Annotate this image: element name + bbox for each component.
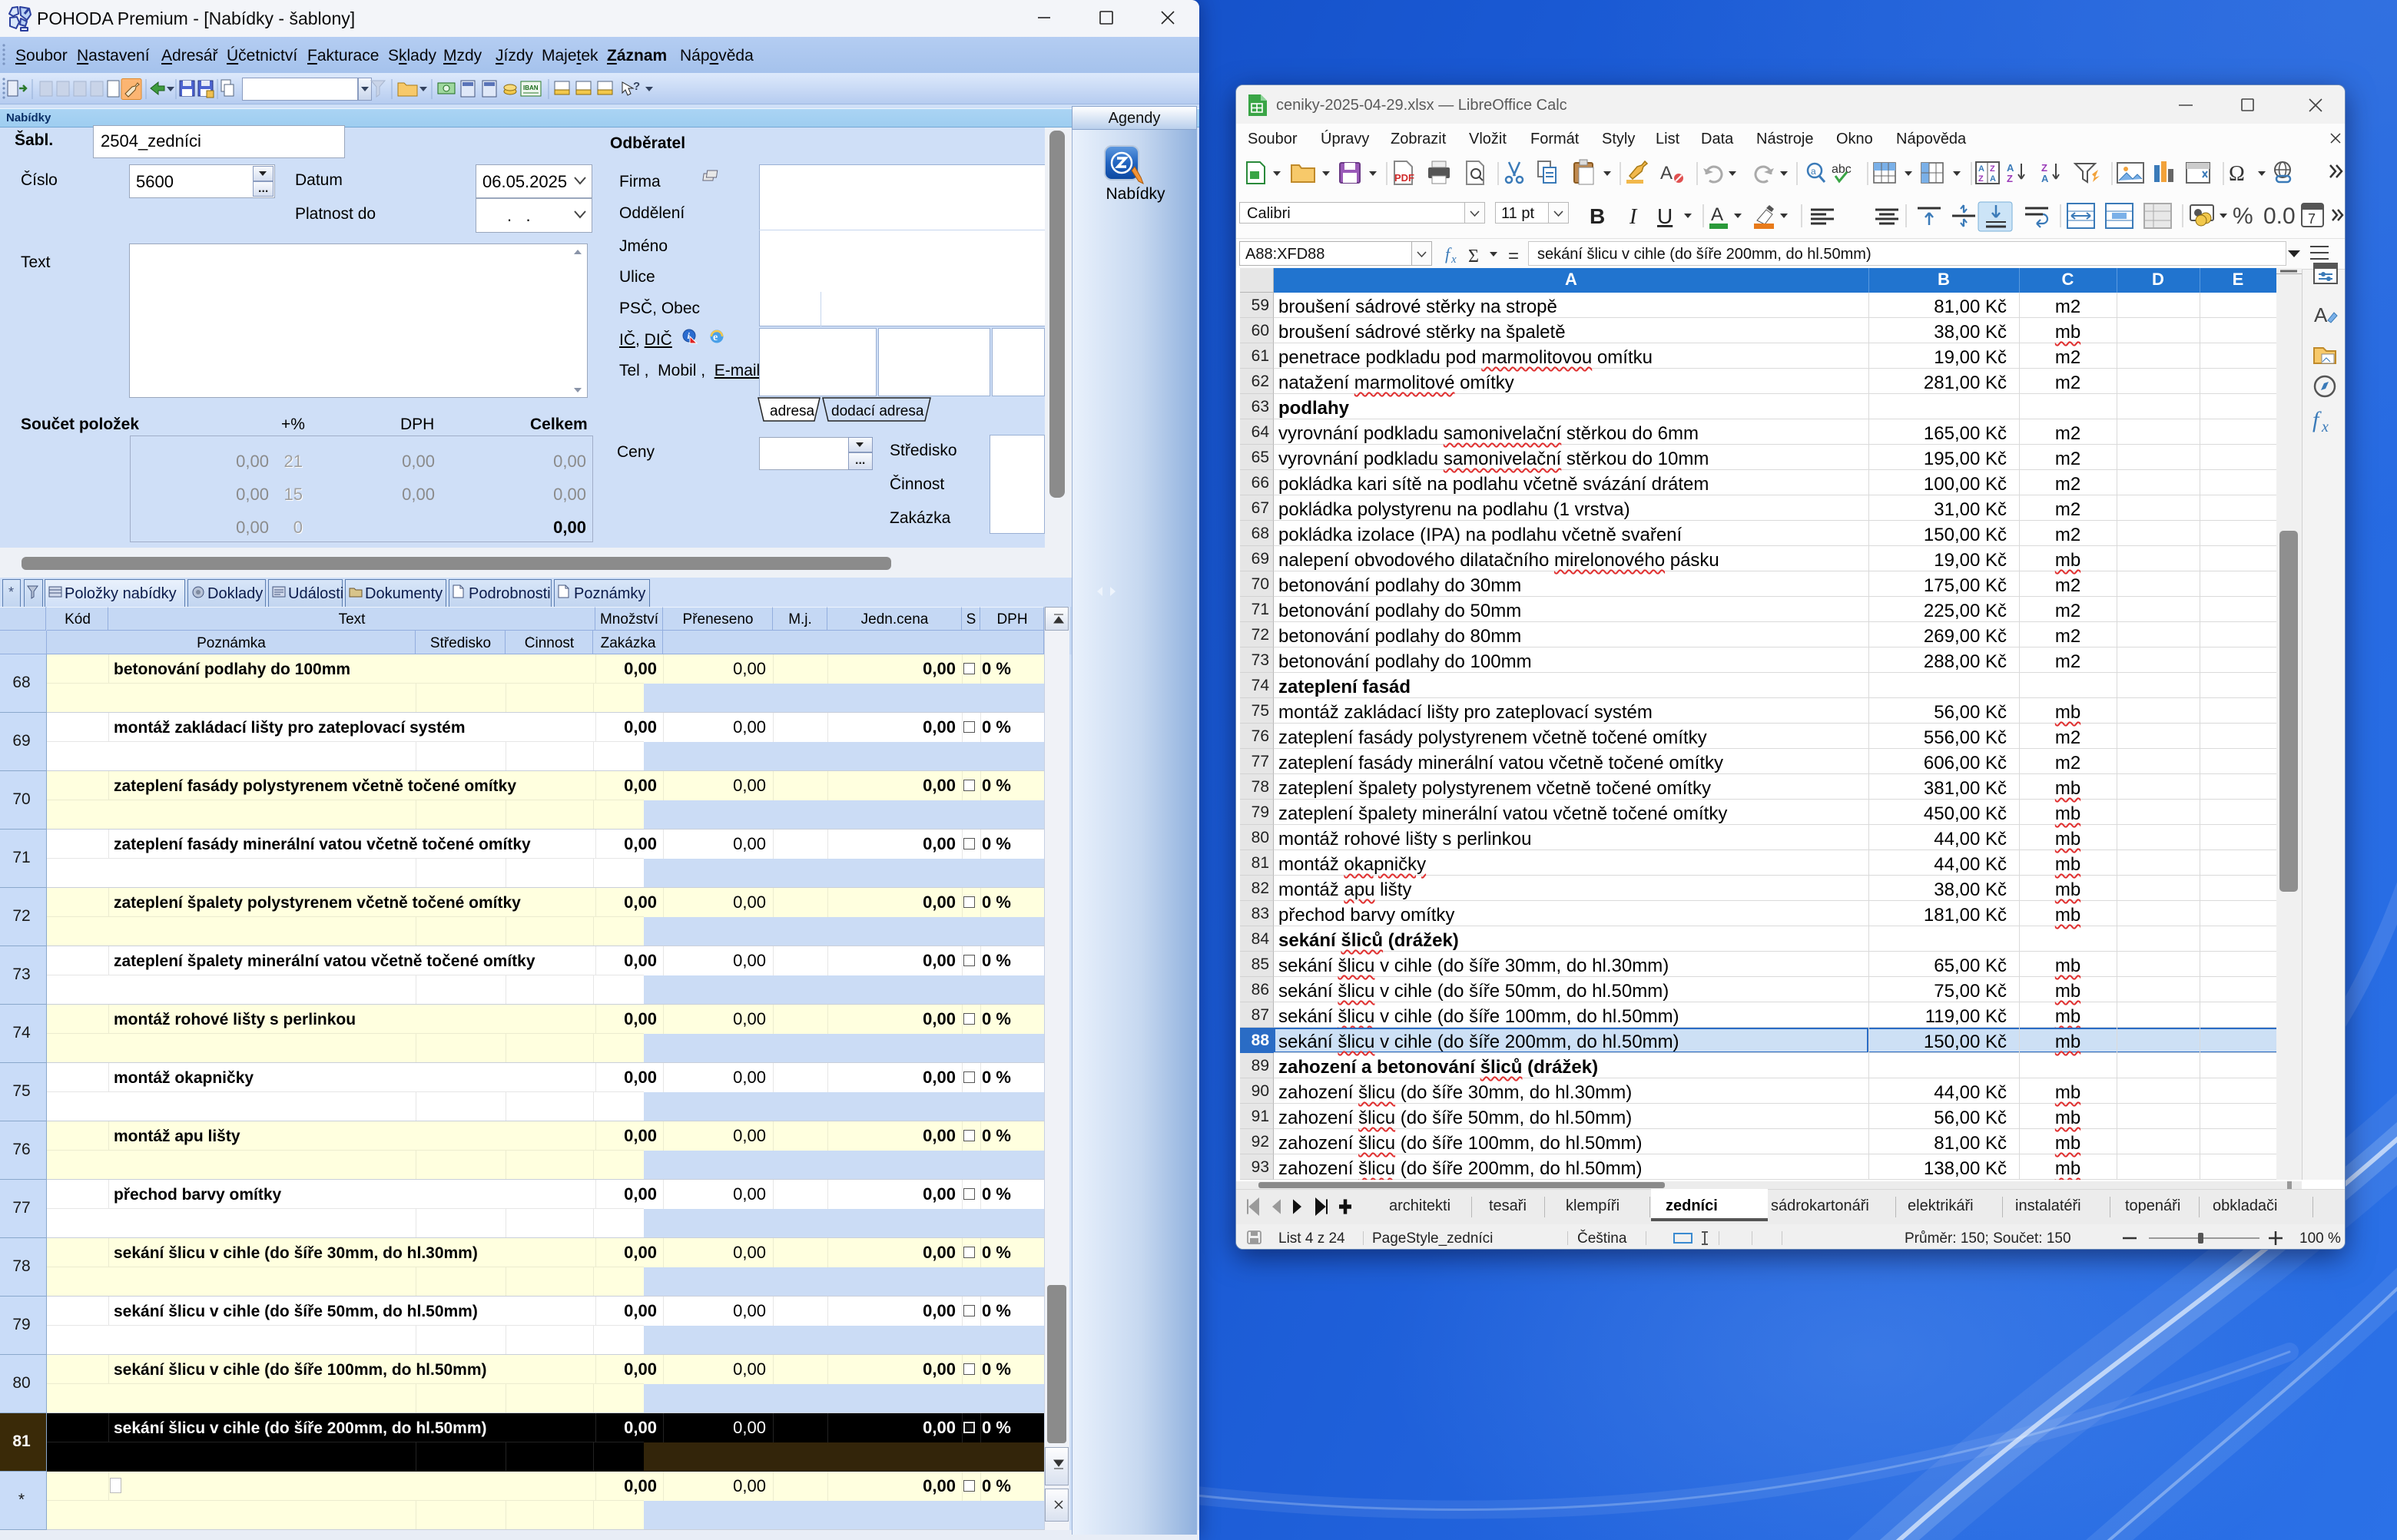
svg-text:Σ: Σ xyxy=(1468,247,1479,267)
svg-text:abc: abc xyxy=(1832,163,1852,176)
svg-text:Z: Z xyxy=(2007,173,2013,184)
svg-text:A: A xyxy=(1990,174,1996,184)
svg-text:f: f xyxy=(2312,407,2322,432)
svg-text:x: x xyxy=(1450,253,1457,266)
svg-text:B: B xyxy=(1590,204,1605,228)
svg-text:Z: Z xyxy=(2041,162,2047,174)
svg-text:A: A xyxy=(1660,163,1673,184)
svg-text:7: 7 xyxy=(2308,211,2316,227)
svg-text:Z: Z xyxy=(1978,174,1984,184)
svg-text:A: A xyxy=(1711,204,1723,225)
svg-text:%: % xyxy=(2233,204,2253,229)
svg-text:x: x xyxy=(2321,419,2329,436)
svg-text:?: ? xyxy=(633,80,640,93)
svg-text:U: U xyxy=(1657,204,1673,228)
svg-text:A: A xyxy=(2007,162,2014,174)
svg-text:IBAN: IBAN xyxy=(523,84,539,91)
svg-text:I: I xyxy=(1629,205,1638,229)
svg-text:=: = xyxy=(1508,246,1519,267)
svg-text:adresa: adresa xyxy=(770,403,815,419)
svg-text:Ω: Ω xyxy=(2229,162,2245,186)
svg-text:0.0: 0.0 xyxy=(2263,204,2296,229)
svg-text:dodací adresa: dodací adresa xyxy=(831,403,924,419)
svg-text:A: A xyxy=(2314,303,2328,326)
svg-text:e: e xyxy=(713,332,718,343)
svg-text:a: a xyxy=(1811,166,1816,177)
svg-text:A: A xyxy=(1978,164,1984,174)
svg-text:A: A xyxy=(2041,173,2049,184)
svg-text:PDF: PDF xyxy=(1394,172,1414,184)
svg-text:Z: Z xyxy=(1990,164,1995,174)
